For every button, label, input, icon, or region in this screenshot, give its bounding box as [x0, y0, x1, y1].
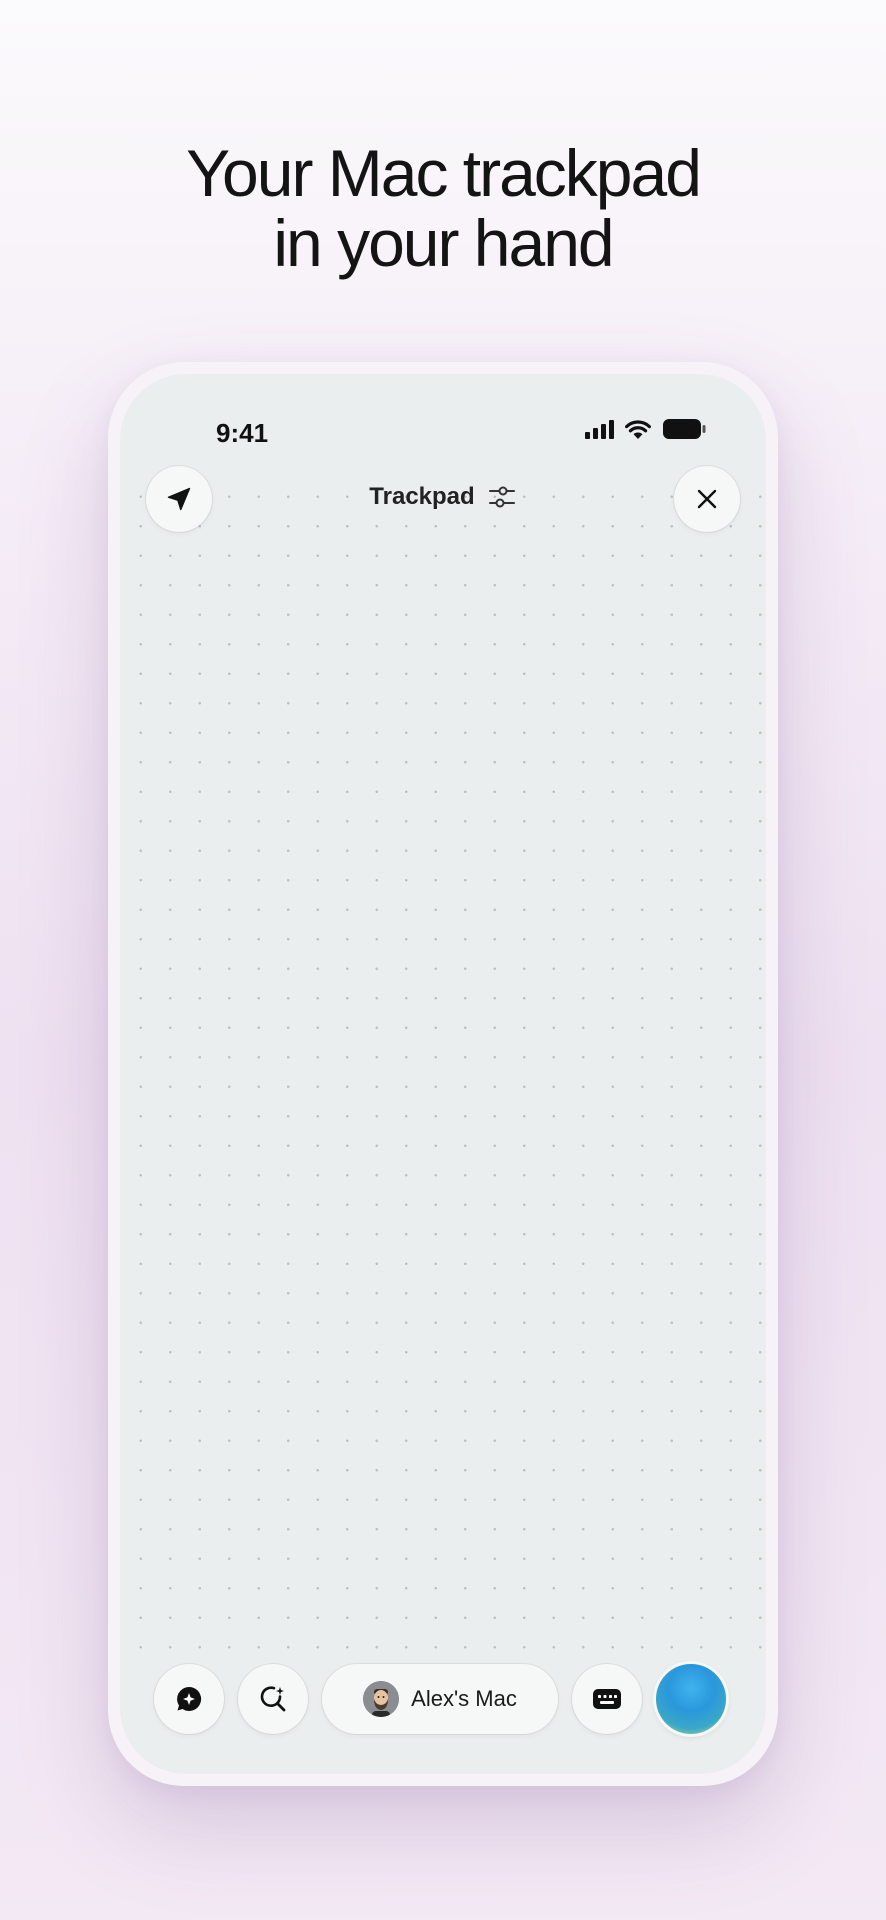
search-button[interactable] [238, 1664, 308, 1734]
cellular-signal-icon [585, 419, 614, 439]
headline-line-2: in your hand [273, 206, 614, 280]
chat-sparkle-icon [177, 1686, 202, 1711]
device-selector[interactable]: Alex's Mac [322, 1664, 558, 1734]
close-button[interactable] [674, 466, 740, 532]
phone-screen: 9:41 Trackpad Alex's Mac [120, 374, 766, 1774]
header-title-group[interactable]: Trackpad [120, 482, 766, 512]
keyboard-button[interactable] [572, 1664, 642, 1734]
bottom-toolbar: Alex's Mac [154, 1664, 732, 1734]
device-name: Alex's Mac [411, 1686, 517, 1711]
wifi-icon [625, 419, 651, 439]
battery-icon [663, 419, 706, 439]
phone-frame: 9:41 Trackpad Alex's Mac [108, 362, 778, 1786]
header-title: Trackpad [369, 483, 475, 510]
status-time: 9:41 [216, 418, 269, 448]
sliders-icon [488, 486, 515, 508]
headline-line-1: Your Mac trackpad [186, 136, 702, 210]
avatar [363, 1681, 400, 1717]
trackpad-surface[interactable] [120, 474, 766, 1664]
keyboard-icon [593, 1689, 621, 1709]
chat-button[interactable] [154, 1664, 224, 1734]
status-icons [585, 418, 706, 440]
close-icon [697, 489, 717, 509]
headline: Your Mac trackpad in your hand [0, 138, 886, 278]
search-sparkle-icon [260, 1686, 286, 1712]
assistant-orb-button[interactable] [656, 1664, 726, 1734]
